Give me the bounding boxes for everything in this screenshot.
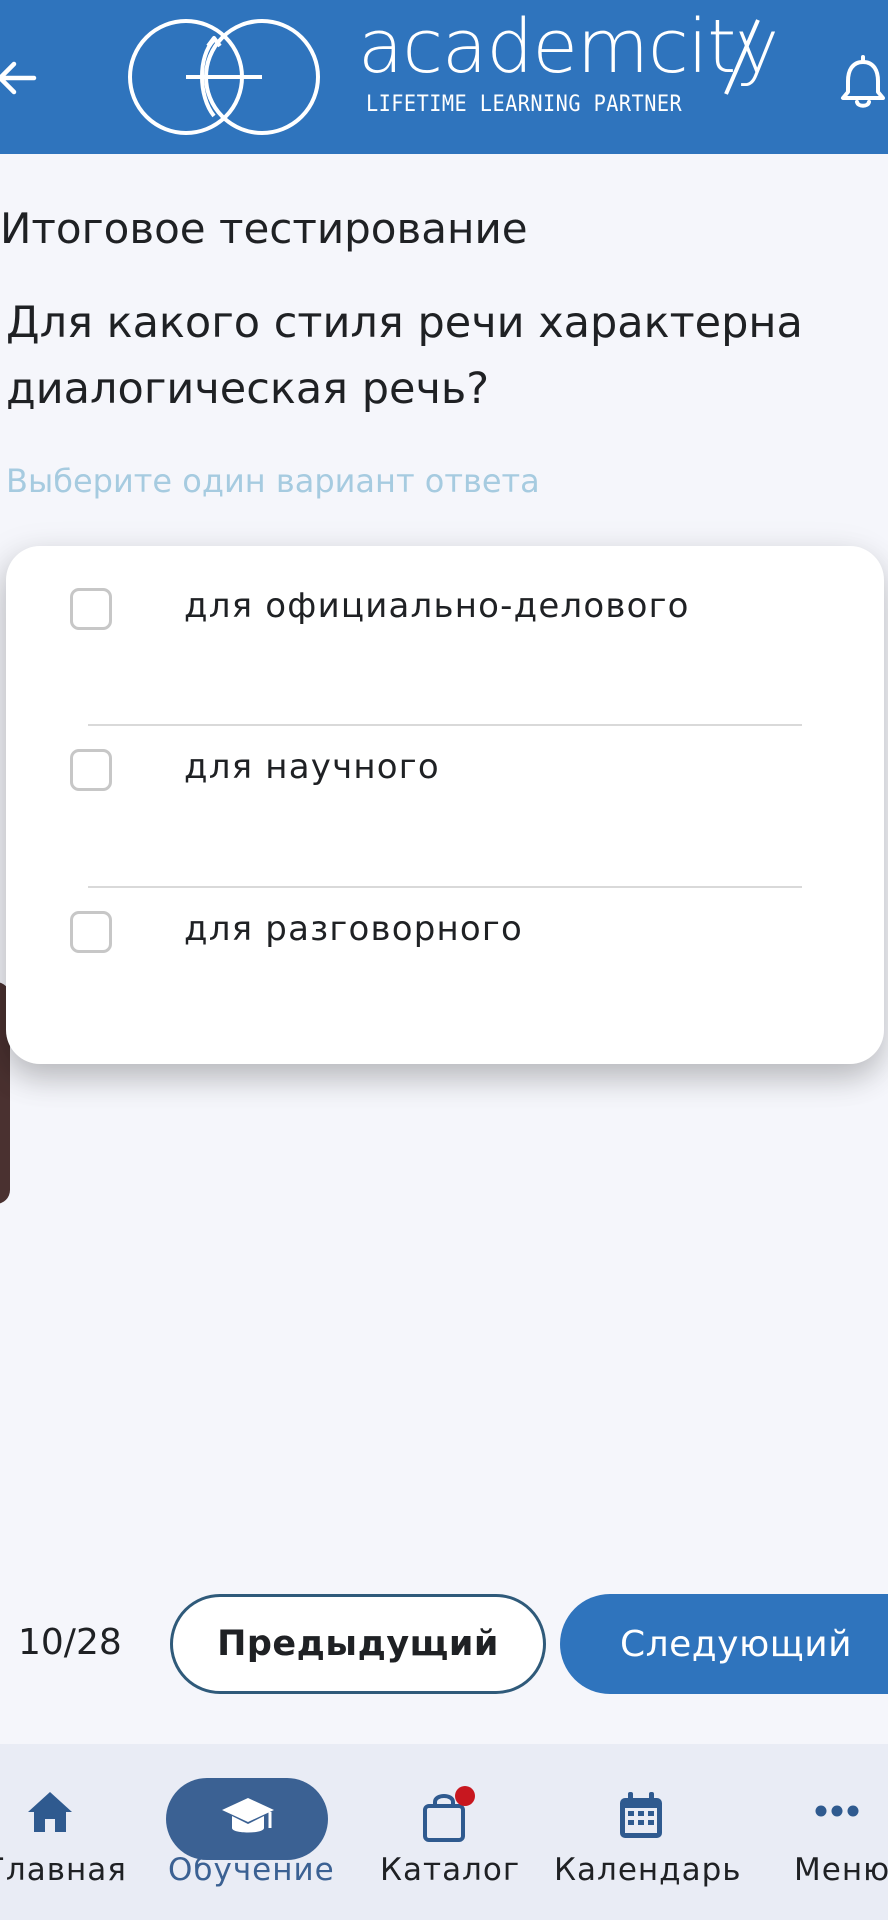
tab-calendar[interactable]: Календарь — [548, 1744, 741, 1920]
option-label: для официально-делового — [184, 586, 690, 626]
app-header: academcity LIFETIME LEARNING PARTNER — [0, 0, 888, 154]
brand-name: academcity — [358, 4, 779, 90]
tab-menu[interactable]: Меню — [780, 1744, 888, 1920]
question-text: Для какого стиля речи характерна диалоги… — [6, 298, 803, 414]
tab-home[interactable]: Главная — [0, 1744, 140, 1920]
home-icon — [28, 1792, 72, 1832]
answer-option[interactable]: для научного — [6, 707, 884, 827]
academcity-logo-icon — [128, 19, 320, 135]
tab-label: Каталог — [380, 1852, 521, 1888]
tab-label: Главная — [0, 1852, 127, 1888]
tab-learning[interactable]: Обучение — [150, 1744, 344, 1920]
brand-slash-mark — [724, 19, 760, 95]
answer-hint: Выберите один вариант ответа — [6, 462, 540, 500]
bottom-tab-bar: Главная Обучение Каталог Календарь Меню — [0, 1744, 888, 1920]
arrow-left-icon[interactable] — [0, 56, 38, 100]
answer-option[interactable]: для официально-делового — [6, 546, 884, 666]
tab-label: Календарь — [554, 1852, 742, 1888]
tab-catalog[interactable]: Каталог — [370, 1744, 520, 1920]
option-checkbox[interactable] — [70, 911, 112, 953]
question-counter: 10/28 — [18, 1622, 122, 1663]
tab-label: Обучение — [168, 1852, 335, 1888]
brand-tagline: LIFETIME LEARNING PARTNER — [366, 92, 683, 117]
calendar-icon — [620, 1792, 662, 1838]
option-checkbox[interactable] — [70, 749, 112, 791]
option-label: для разговорного — [184, 909, 523, 949]
option-label: для научного — [184, 747, 440, 787]
option-checkbox[interactable] — [70, 588, 112, 630]
tab-label: Меню — [794, 1852, 888, 1888]
more-dots-icon — [815, 1805, 859, 1817]
page-title: Итоговое тестирование — [0, 204, 528, 253]
previous-button[interactable]: Предыдущий — [170, 1594, 546, 1694]
answer-option[interactable]: для разговорного — [6, 869, 884, 989]
answers-card: для официально-делового для научного для… — [6, 546, 884, 1064]
bell-icon[interactable] — [838, 54, 888, 110]
graduation-cap-icon — [222, 1798, 274, 1833]
next-button[interactable]: Следующий — [560, 1594, 888, 1694]
catalog-badge — [455, 1786, 475, 1806]
